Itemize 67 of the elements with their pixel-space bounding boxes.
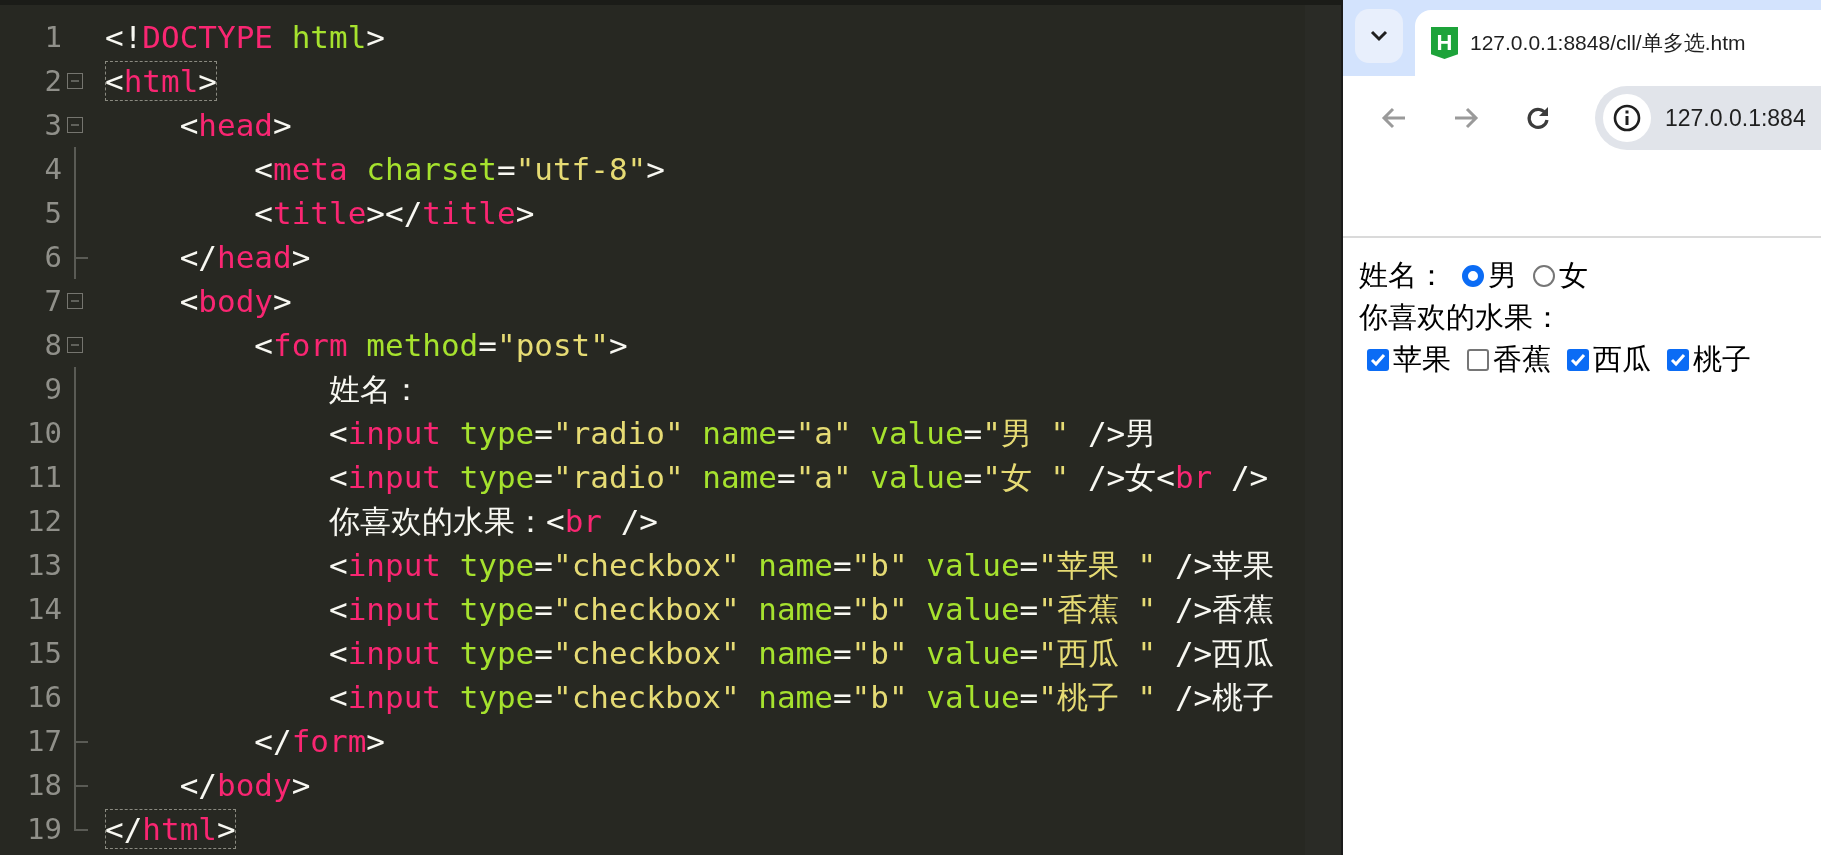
forward-arrow-icon — [1453, 106, 1479, 130]
line-number: 15 — [26, 636, 62, 670]
code-line: <input type="checkbox" name="b" value="西瓜 " />西瓜 — [327, 634, 1275, 673]
address-bar[interactable]: 127.0.0.1:884 — [1595, 86, 1821, 150]
back-arrow-icon — [1381, 106, 1407, 130]
checkbox[interactable] — [1467, 349, 1489, 371]
line-number: 3 — [43, 108, 62, 142]
code-line: <input type="checkbox" name="b" value="香蕉 " />香蕉 — [327, 590, 1275, 629]
line-number: 11 — [26, 460, 62, 494]
checkbox[interactable] — [1667, 349, 1689, 371]
radio-label: 女 — [1559, 258, 1588, 293]
code-line: <input type="radio" name="a" value="女 " />女<br /> — [327, 458, 1269, 497]
code-line: 姓名： — [327, 370, 422, 409]
code-line: </html> — [105, 809, 236, 849]
line-number: 6 — [43, 240, 62, 274]
checkbox-label: 西瓜 — [1593, 342, 1651, 377]
line-number: 9 — [43, 372, 62, 406]
fold-toggle-icon[interactable] — [67, 117, 83, 133]
fold-toggle-icon[interactable] — [67, 73, 83, 89]
line-number: 12 — [26, 504, 62, 538]
code-line: <!DOCTYPE html> — [105, 18, 385, 57]
code-line: <input type="checkbox" name="b" value="桃子 " />桃子 — [327, 678, 1275, 717]
line-number: 14 — [26, 592, 62, 626]
url-text: 127.0.0.1:884 — [1665, 104, 1806, 132]
fold-toggle-icon[interactable] — [67, 293, 83, 309]
code-line: <title></title> — [253, 194, 535, 233]
checkbox-label: 桃子 — [1693, 342, 1751, 377]
line-number: 8 — [43, 328, 62, 362]
code-line: </form> — [253, 722, 385, 761]
fruits-label: 你喜欢的水果： — [1359, 300, 1562, 335]
line-number: 2 — [43, 64, 62, 98]
name-label: 姓名： — [1359, 258, 1446, 293]
line-number: 10 — [26, 416, 62, 450]
line-number: 18 — [26, 768, 62, 802]
info-icon — [1613, 104, 1641, 132]
code-line: <input type="checkbox" name="b" value="苹果 " />苹果 — [327, 546, 1275, 585]
code-line: <html> — [105, 61, 217, 101]
tab-search-button[interactable] — [1355, 9, 1403, 63]
line-number: 16 — [26, 680, 62, 714]
line-number: 19 — [26, 812, 62, 846]
radio-button[interactable] — [1533, 265, 1555, 287]
code-line: <head> — [178, 106, 292, 145]
code-line: </head> — [178, 238, 311, 277]
code-line: 你喜欢的水果：<br /> — [327, 502, 658, 541]
checkbox[interactable] — [1367, 349, 1389, 371]
favicon: H — [1431, 27, 1458, 59]
code-line: <form method="post"> — [253, 326, 628, 365]
line-number: 4 — [43, 152, 62, 186]
code-line: </body> — [178, 766, 311, 805]
code-line: <meta charset="utf-8"> — [253, 150, 665, 189]
radio-label: 男 — [1488, 258, 1517, 293]
line-number: 5 — [43, 196, 62, 230]
line-number: 1 — [43, 20, 62, 54]
checkbox-label: 香蕉 — [1493, 342, 1551, 377]
line-number: 13 — [26, 548, 62, 582]
chevron-down-icon — [1370, 30, 1388, 42]
reload-icon — [1525, 105, 1551, 131]
line-number: 7 — [43, 284, 62, 318]
code-line: <body> — [178, 282, 292, 321]
browser-tab[interactable]: H 127.0.0.1:8848/cll/单多选.htm — [1415, 10, 1821, 76]
radio-button[interactable] — [1462, 265, 1484, 287]
site-info-button[interactable] — [1603, 94, 1651, 142]
line-number: 17 — [26, 724, 62, 758]
checkbox[interactable] — [1567, 349, 1589, 371]
code-line: <input type="radio" name="a" value="男 " />男 — [327, 414, 1157, 453]
fold-toggle-icon[interactable] — [67, 337, 83, 353]
checkbox-label: 苹果 — [1393, 342, 1451, 377]
